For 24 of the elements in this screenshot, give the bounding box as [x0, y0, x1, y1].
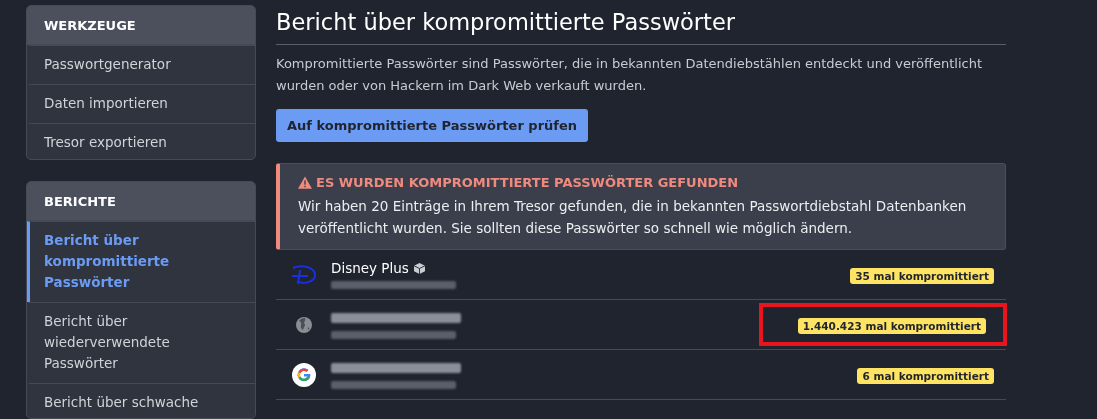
warning-icon — [298, 176, 312, 189]
script-logo-icon — [290, 263, 317, 286]
sidebar-item[interactable]: Bericht über wiederverwendete Passwörter — [27, 302, 255, 384]
page-description: Kompromittierte Passwörter sind Passwörter, die in bekannten Datendiebstählen entdeckt und veröffentlicht wurden oder von Hackern im Dark Web verkauft wurden. — [276, 55, 984, 95]
sidebar-item[interactable]: Tresor exportieren — [27, 123, 255, 160]
alert-title: ES WURDEN KOMPROMITTIERTE PASSWÖRTER GEFUNDEN — [316, 175, 739, 190]
check-button[interactable]: Auf kompromittierte Passwörter prüfen — [276, 109, 589, 142]
entry-name[interactable]: Disney Plus — [331, 260, 409, 276]
entry-row[interactable]: Disney Plus 35 mal kompromittiert — [276, 250, 1006, 300]
sidebar-item[interactable]: Bericht über kompromittierte Passwörter — [27, 221, 255, 303]
compromised-badge: 6 mal kompromittiert — [857, 368, 994, 384]
compromised-badge: 1.440.423 mal kompromittiert — [797, 318, 986, 334]
entry-row[interactable]: 6 mal kompromittiert — [276, 350, 1006, 400]
entry-row[interactable]: 1.440.423 mal kompromittiert — [276, 300, 1006, 350]
sidebar-item[interactable]: Passwortgenerator — [27, 45, 255, 84]
sidebar-item[interactable]: Daten importieren — [27, 84, 255, 123]
alert-text: Wir haben 20 Einträge in Ihrem Tresor gefunden, die in bekannten Passwortdiebstahl Datenbanken veröffentlicht wurden. Sie sollten diese Passwörter so schnell wie möglich ändern. — [298, 197, 968, 238]
sidebar-item[interactable]: Bericht über schwache — [27, 383, 255, 418]
compromised-badge: 35 mal kompromittiert — [850, 268, 994, 284]
sidebar-heading: WERKZEUGE — [27, 6, 255, 45]
page-title: Bericht über kompromittierte Passwörter — [276, 9, 1006, 45]
g-logo-icon — [291, 362, 316, 387]
sidebar-heading: BERICHTE — [27, 182, 255, 222]
globe-icon — [295, 316, 312, 333]
